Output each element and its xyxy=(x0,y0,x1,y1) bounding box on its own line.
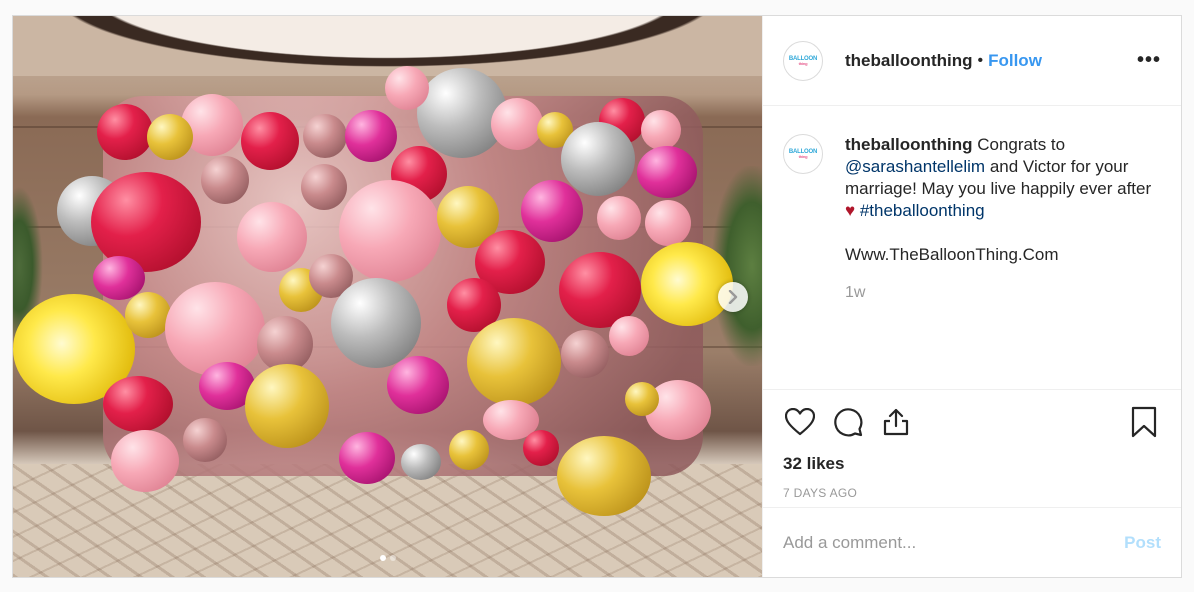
more-options-button[interactable]: ••• xyxy=(1137,49,1161,72)
post-comment-button[interactable]: Post xyxy=(1124,533,1161,553)
post-date[interactable]: 7 DAYS AGO xyxy=(783,486,1161,500)
likes-count[interactable]: 32 likes xyxy=(783,454,1161,474)
comment-icon xyxy=(834,408,863,437)
caption-hashtag[interactable]: #theballoonthing xyxy=(860,201,985,220)
caption-text: Congrats to xyxy=(977,135,1066,154)
carousel-dots xyxy=(13,555,762,561)
like-button[interactable] xyxy=(783,405,817,439)
post-header: BALLOON thing theballoonthing • Follow •… xyxy=(763,16,1181,106)
avatar[interactable]: BALLOON thing xyxy=(783,134,823,174)
carousel-dot xyxy=(379,555,386,561)
chevron-right-icon xyxy=(728,290,738,304)
caption-mention[interactable]: @sarashantellelim xyxy=(845,157,985,176)
carousel-next-button[interactable] xyxy=(718,282,748,312)
comment-input[interactable] xyxy=(783,532,1125,553)
action-bar xyxy=(783,404,1161,440)
follow-button[interactable]: Follow xyxy=(988,51,1042,71)
actions-section: 32 likes 7 DAYS AGO xyxy=(763,389,1181,507)
add-comment-box: Post xyxy=(763,507,1181,577)
header-username[interactable]: theballoonthing xyxy=(845,51,972,71)
post-card: BALLOON thing theballoonthing • Follow •… xyxy=(12,15,1182,578)
carousel-dot xyxy=(389,555,396,561)
caption-link: Www.TheBalloonThing.Com xyxy=(845,245,1059,264)
save-button[interactable] xyxy=(1127,405,1161,439)
brand-logo: BALLOON thing xyxy=(788,55,818,66)
caption-time[interactable]: 1w xyxy=(845,282,1161,304)
caption-username[interactable]: theballoonthing xyxy=(845,135,972,154)
caption: theballoonthing Congrats to @sarashantel… xyxy=(845,134,1161,389)
header-separator: • xyxy=(977,51,984,69)
heart-emoji-icon: ♥ xyxy=(845,201,856,220)
ceiling-decor xyxy=(13,16,762,76)
bookmark-icon xyxy=(1131,406,1157,438)
avatar[interactable]: BALLOON thing xyxy=(783,40,823,81)
heart-icon xyxy=(785,408,815,436)
comments-section: BALLOON thing theballoonthing Congrats t… xyxy=(763,106,1181,389)
post-sidebar: BALLOON thing theballoonthing • Follow •… xyxy=(762,16,1181,577)
post-image[interactable] xyxy=(13,16,762,577)
brand-logo: BALLOON thing xyxy=(788,149,818,159)
share-icon xyxy=(883,408,909,436)
comment-button[interactable] xyxy=(831,405,865,439)
share-button[interactable] xyxy=(879,405,913,439)
